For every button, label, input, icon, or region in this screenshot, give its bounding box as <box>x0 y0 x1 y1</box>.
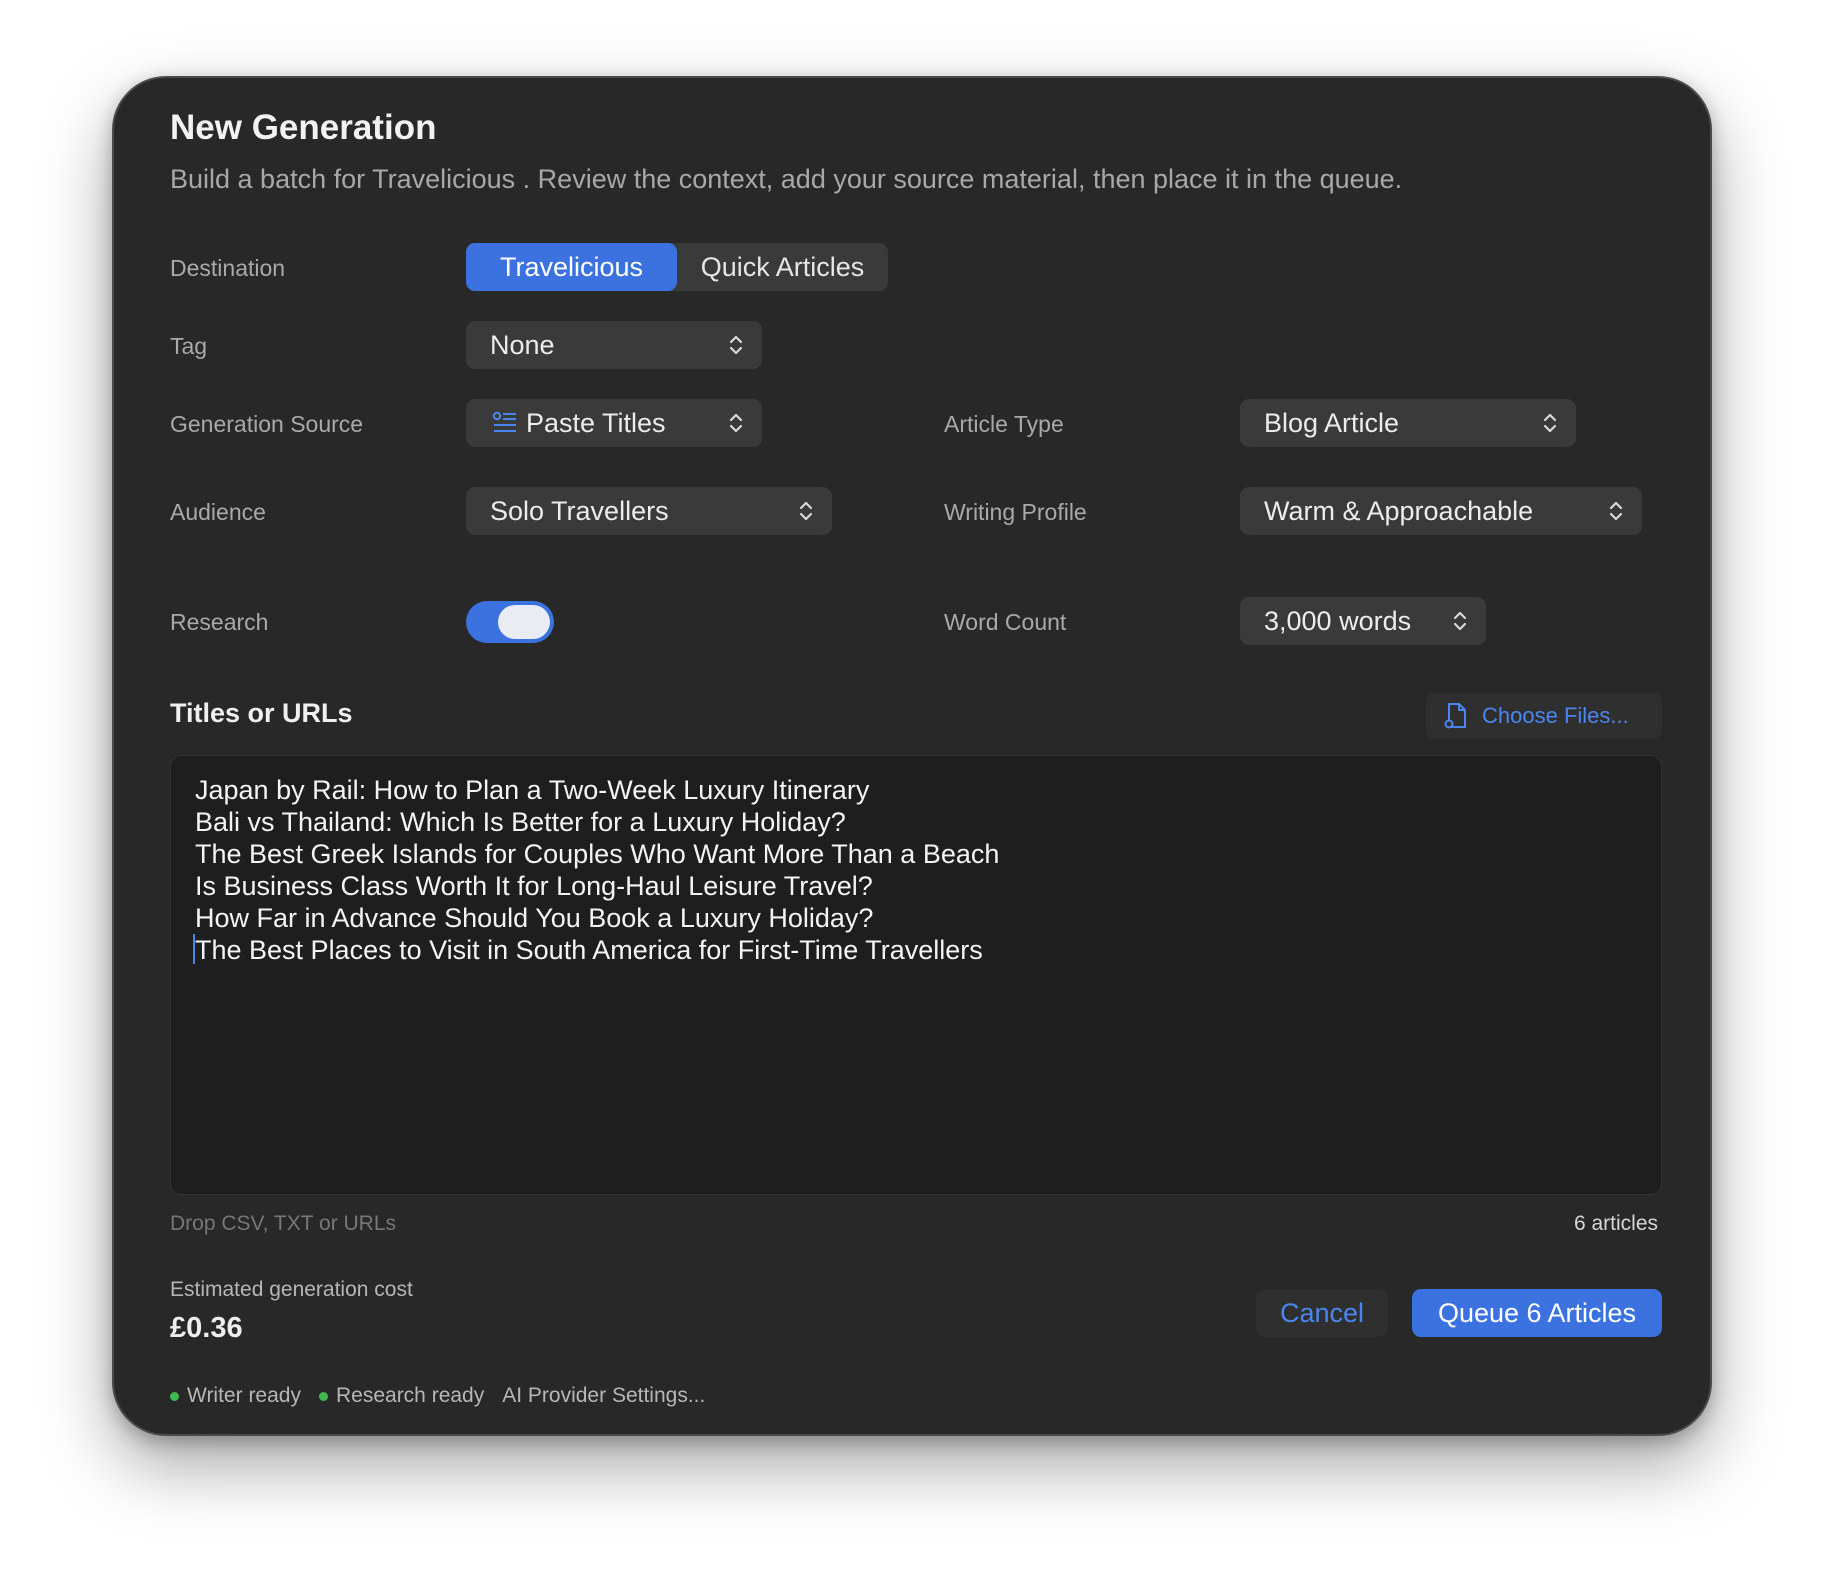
audience-select[interactable]: Solo Travellers <box>466 487 832 535</box>
titles-section-title: Titles or URLs <box>170 698 353 728</box>
chevron-up-down-icon <box>1609 501 1623 521</box>
cancel-button[interactable]: Cancel <box>1256 1289 1388 1337</box>
ai-provider-settings-link[interactable]: AI Provider Settings... <box>502 1384 705 1408</box>
article-type-value: Blog Article <box>1264 407 1400 438</box>
word-count-value: 3,000 words <box>1264 605 1412 636</box>
status-dot-icon <box>170 1391 179 1401</box>
title-line: The Best Places to Visit in South Americ… <box>195 935 983 965</box>
research-status-label: Research ready <box>335 1384 485 1407</box>
dialog-title: New Generation <box>170 108 437 147</box>
tag-select-value: None <box>490 329 555 360</box>
document-icon <box>1444 703 1466 729</box>
choose-files-button[interactable]: Choose Files... <box>1426 693 1662 739</box>
article-count: 6 articles <box>1573 1212 1658 1235</box>
writer-status: Writer ready <box>170 1384 301 1408</box>
research-status: Research ready <box>318 1384 485 1408</box>
dialog-subtitle: Build a batch for Travelicious . Review … <box>170 164 1403 194</box>
word-count-label: Word Count <box>944 609 1067 635</box>
article-type-label: Article Type <box>944 411 1064 437</box>
chevron-up-down-icon <box>729 413 743 433</box>
choose-files-label: Choose Files... <box>1482 703 1629 728</box>
list-icon <box>492 411 516 432</box>
title-line: Japan by Rail: How to Plan a Two-Week Lu… <box>195 775 870 805</box>
generation-source-value: Paste Titles <box>526 407 666 438</box>
destination-option-quick-articles[interactable]: Quick Articles <box>677 243 888 291</box>
destination-label: Destination <box>170 255 286 281</box>
writing-profile-select[interactable]: Warm & Approachable <box>1240 487 1642 535</box>
title-line: The Best Greek Islands for Couples Who W… <box>195 839 1000 869</box>
article-type-select[interactable]: Blog Article <box>1240 399 1576 447</box>
title-line: Is Business Class Worth It for Long-Haul… <box>195 871 873 901</box>
writer-status-label: Writer ready <box>187 1384 301 1407</box>
word-count-select[interactable]: 3,000 words <box>1240 597 1486 645</box>
drop-hint: Drop CSV, TXT or URLs <box>170 1212 397 1235</box>
status-bar: Writer ready Research ready AI Provider … <box>170 1384 705 1408</box>
writing-profile-value: Warm & Approachable <box>1264 495 1534 526</box>
chevron-up-down-icon <box>729 335 743 355</box>
audience-label: Audience <box>170 499 266 525</box>
generation-source-label: Generation Source <box>170 411 364 437</box>
chevron-up-down-icon <box>1543 413 1557 433</box>
tag-label: Tag <box>170 333 208 359</box>
tag-select[interactable]: None <box>466 321 762 369</box>
generation-source-select[interactable]: Paste Titles <box>466 399 762 447</box>
cost-label: Estimated generation cost <box>170 1278 413 1301</box>
queue-articles-button[interactable]: Queue 6 Articles <box>1412 1289 1662 1337</box>
chevron-up-down-icon <box>1453 611 1467 631</box>
text-caret <box>193 934 195 964</box>
title-line: Bali vs Thailand: Which Is Better for a … <box>195 807 846 837</box>
title-line: How Far in Advance Should You Book a Lux… <box>195 903 874 933</box>
chevron-up-down-icon <box>799 501 813 521</box>
titles-textarea[interactable]: Japan by Rail: How to Plan a Two-Week Lu… <box>170 755 1662 1195</box>
writing-profile-label: Writing Profile <box>944 499 1087 525</box>
new-generation-dialog: New Generation Build a batch for Traveli… <box>112 76 1712 1436</box>
destination-option-travelicious[interactable]: Travelicious <box>466 243 677 291</box>
research-toggle-knob <box>498 605 550 639</box>
destination-segmented-control: Travelicious Quick Articles <box>466 243 888 291</box>
audience-value: Solo Travellers <box>490 495 669 526</box>
cost-value: £0.36 <box>170 1312 243 1344</box>
status-dot-icon <box>318 1391 328 1401</box>
research-label: Research <box>170 609 269 635</box>
research-toggle[interactable] <box>466 601 554 643</box>
